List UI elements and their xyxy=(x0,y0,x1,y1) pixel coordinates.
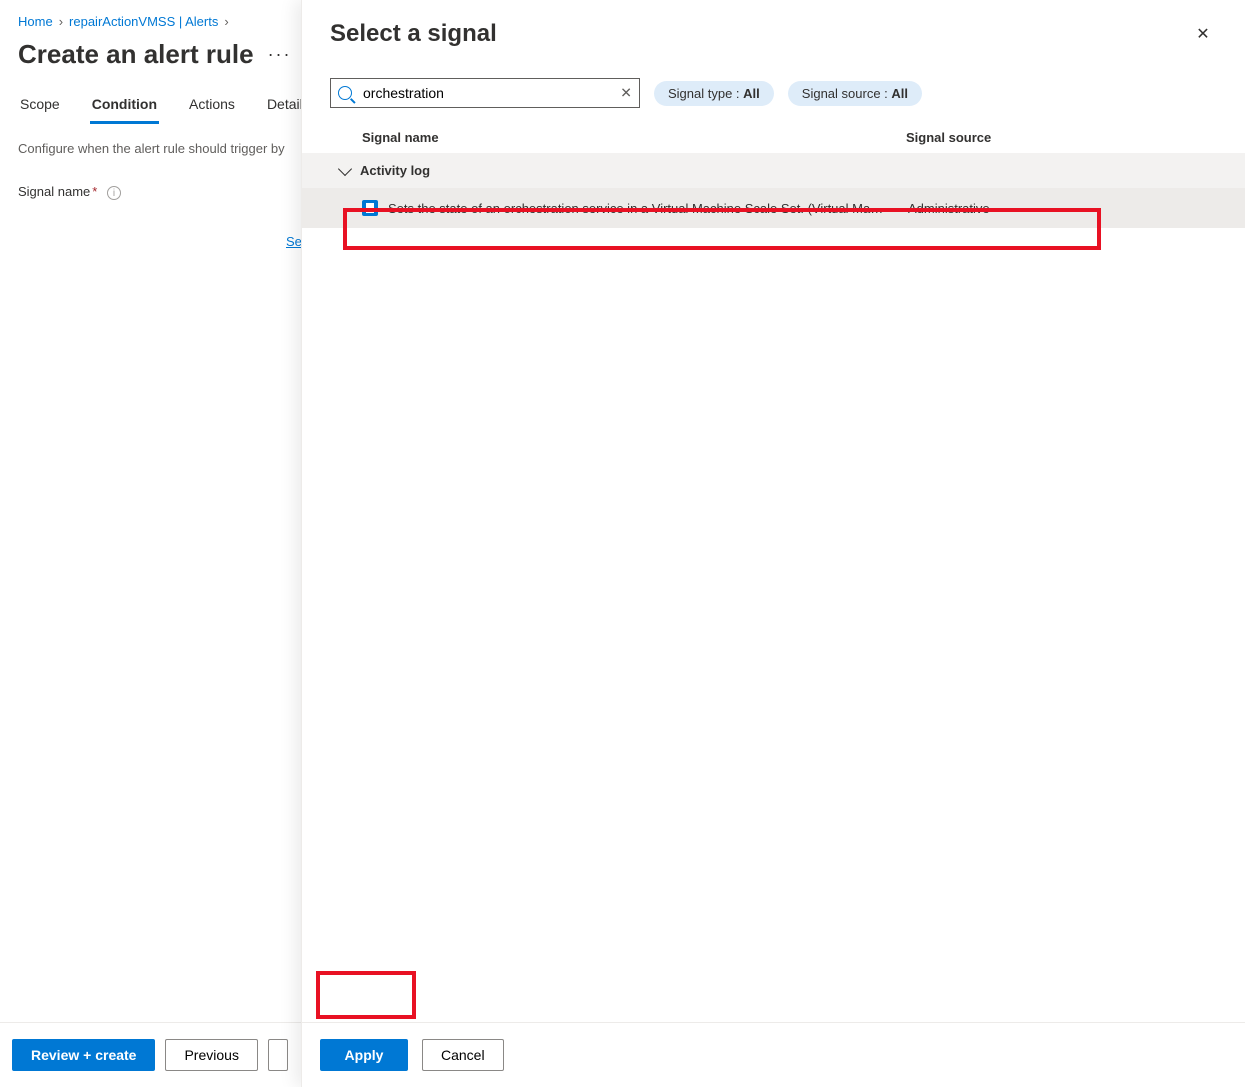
panel-footer: Apply Cancel xyxy=(302,1022,1245,1087)
page-title: Create an alert rule xyxy=(18,39,254,70)
activity-log-icon xyxy=(362,200,378,216)
chevron-down-icon xyxy=(338,161,352,175)
info-icon[interactable]: i xyxy=(107,186,121,200)
group-activity-log[interactable]: Activity log xyxy=(302,153,1245,188)
column-signal-name: Signal name xyxy=(362,130,906,145)
filter-signal-source[interactable]: Signal source : All xyxy=(788,81,922,106)
panel-toolbar: ✕ Signal type : All Signal source : All xyxy=(302,78,1245,130)
chevron-right-icon: › xyxy=(224,14,228,29)
close-icon[interactable]: ✕ xyxy=(1189,20,1217,48)
group-label: Activity log xyxy=(360,163,430,178)
more-actions-icon[interactable]: ··· xyxy=(268,44,292,65)
apply-button[interactable]: Apply xyxy=(320,1039,408,1071)
signal-search: ✕ xyxy=(330,78,640,108)
signal-name-label: Signal name* i xyxy=(18,184,121,201)
panel-title: Select a signal xyxy=(330,20,497,48)
select-signal-panel: Select a signal ✕ ✕ Signal type : All Si… xyxy=(301,0,1245,1087)
next-button-truncated[interactable] xyxy=(268,1039,288,1071)
breadcrumb-resource[interactable]: repairActionVMSS | Alerts xyxy=(69,14,218,29)
signal-search-input[interactable] xyxy=(330,78,640,108)
previous-button[interactable]: Previous xyxy=(165,1039,257,1071)
tab-actions[interactable]: Actions xyxy=(187,88,237,124)
search-icon xyxy=(338,86,352,100)
panel-header: Select a signal ✕ xyxy=(302,0,1245,78)
grid-header: Signal name Signal source xyxy=(302,130,1245,153)
review-create-button[interactable]: Review + create xyxy=(12,1039,155,1071)
cancel-button[interactable]: Cancel xyxy=(422,1039,504,1071)
chevron-right-icon: › xyxy=(59,14,63,29)
tab-scope[interactable]: Scope xyxy=(18,88,62,124)
tab-condition[interactable]: Condition xyxy=(90,88,159,124)
clear-search-icon[interactable]: ✕ xyxy=(620,85,632,102)
signal-row[interactable]: Sets the state of an orchestration servi… xyxy=(302,188,1245,228)
column-signal-source: Signal source xyxy=(906,130,1217,145)
filter-signal-type[interactable]: Signal type : All xyxy=(654,81,774,106)
breadcrumb-home[interactable]: Home xyxy=(18,14,53,29)
signal-row-name: Sets the state of an orchestration servi… xyxy=(388,201,908,216)
signal-row-source: Administrative xyxy=(908,201,1217,216)
